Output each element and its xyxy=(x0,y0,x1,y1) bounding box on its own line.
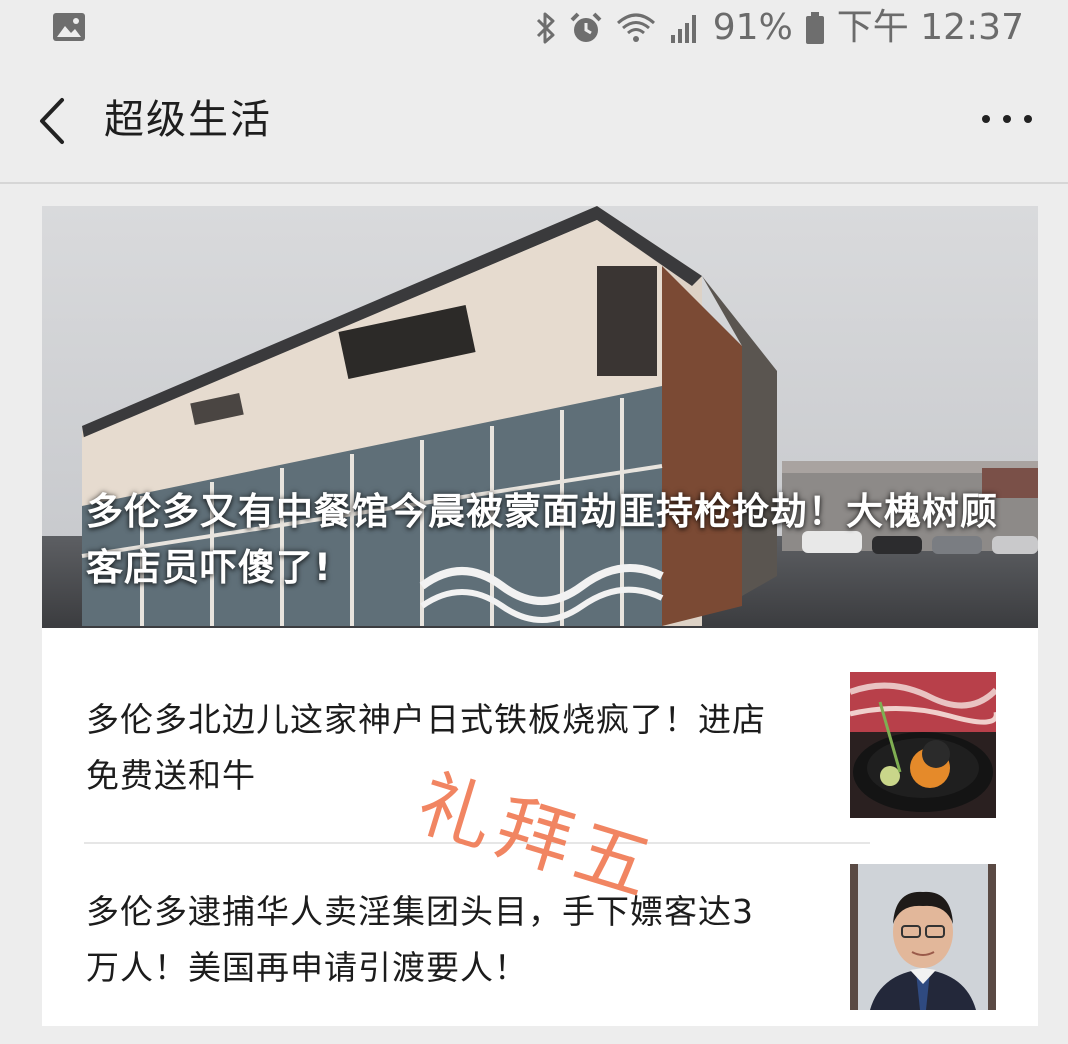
wifi-icon xyxy=(616,13,655,42)
hero-article[interactable]: 多伦多又有中餐馆今晨被蒙面劫匪持枪抢劫！大槐树顾客店员吓傻了! xyxy=(42,206,1038,628)
more-dot xyxy=(982,115,990,123)
status-bar: 91% 下午 12:37 xyxy=(0,0,1068,56)
hero-title: 多伦多又有中餐馆今晨被蒙面劫匪持枪抢劫！大槐树顾客店员吓傻了! xyxy=(86,490,998,589)
more-dot xyxy=(1024,115,1032,123)
list-item-title: 多伦多逮捕华人卖淫集团头目，手下嫖客达3万人！美国再申请引渡要人！ xyxy=(86,892,754,987)
status-time: 下午 12:37 xyxy=(836,7,1024,48)
page-title: 超级生活 xyxy=(104,97,272,143)
bluetooth-icon xyxy=(536,12,555,44)
more-button[interactable] xyxy=(982,94,1032,144)
list-item-thumbnail xyxy=(850,864,996,1010)
man-portrait-photo xyxy=(850,864,996,1010)
more-dot xyxy=(1003,115,1011,123)
alarm-icon xyxy=(570,12,602,42)
wagyu-dish-photo xyxy=(850,672,996,818)
article-card: 多伦多又有中餐馆今晨被蒙面劫匪持枪抢劫！大槐树顾客店员吓傻了! 多伦多北边儿这家… xyxy=(42,206,1038,1026)
battery-percent: 91% xyxy=(712,7,793,48)
list-item-thumbnail xyxy=(850,672,996,818)
signal-icon xyxy=(670,15,696,43)
chevron-left-icon xyxy=(40,98,64,144)
battery-icon xyxy=(805,12,824,44)
back-button[interactable] xyxy=(30,86,90,156)
nav-bar: 超级生活 xyxy=(0,56,1068,184)
image-icon xyxy=(53,13,85,41)
